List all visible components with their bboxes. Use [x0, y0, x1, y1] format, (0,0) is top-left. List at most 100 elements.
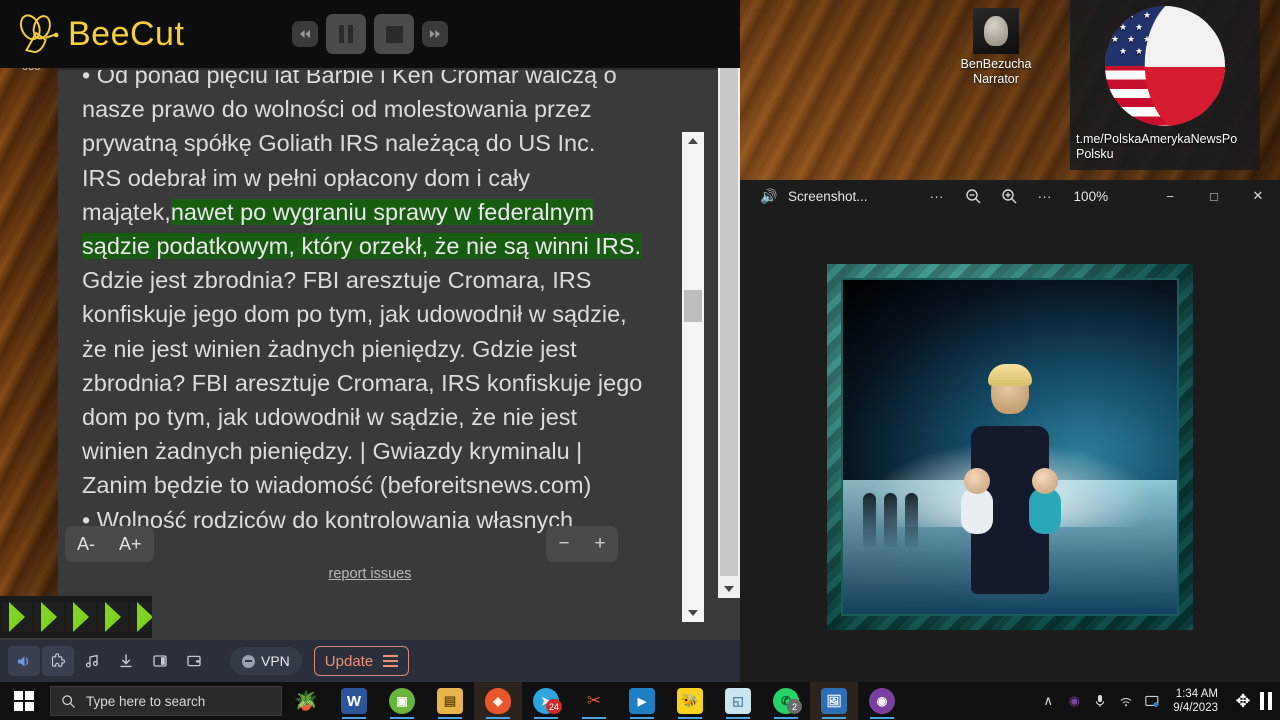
- vpn-button[interactable]: VPN: [230, 647, 302, 675]
- reader-scrollbar[interactable]: [682, 132, 704, 622]
- sidebar-icon[interactable]: [144, 646, 176, 676]
- microphone-icon[interactable]: [1089, 694, 1111, 708]
- reader-line-1: • Od ponad pięciu lat Barbie i Ken Croma…: [82, 70, 617, 88]
- narrator-label-line1: BenBezucha: [960, 57, 1032, 71]
- telegram-badge: 24: [545, 699, 562, 714]
- reader-page: 035 • Od ponad pięciu lat Barbie i Ken C…: [0, 62, 740, 640]
- reader-scroll-down-icon[interactable]: [682, 604, 704, 622]
- more-options-right-button[interactable]: ···: [1028, 182, 1062, 210]
- beecut-brand: BeeCut: [68, 14, 185, 53]
- update-label: Update: [324, 652, 374, 670]
- taskbar-apps: 🪴 W ▣ ▤ ◈ ➤ 24 ✂ ▶ 🐝 ◱ ✆ 2 🖼 ◉: [282, 682, 906, 720]
- search-icon: [62, 694, 75, 708]
- extensions-icon[interactable]: [42, 646, 74, 676]
- move-cursor-icon: ✥: [1235, 690, 1251, 711]
- clock-date: 9/4/2023: [1173, 702, 1218, 714]
- taskbar-app-word[interactable]: W: [330, 682, 378, 720]
- taskbar-app-photos[interactable]: 🖼: [810, 682, 858, 720]
- reader-scroll-up-icon[interactable]: [682, 132, 704, 150]
- page-scroll-down-icon[interactable]: [718, 580, 740, 598]
- photos-title: Screenshot...: [788, 188, 868, 204]
- taskbar-app-telegram[interactable]: ➤ 24: [522, 682, 570, 720]
- page-scrollbar[interactable]: [718, 62, 740, 598]
- photos-window: 🔊 Screenshot... ··· ··· 100% − □ ✕: [740, 180, 1280, 682]
- wifi-icon[interactable]: [1115, 695, 1137, 707]
- display-icon[interactable]: [1141, 695, 1163, 708]
- wallet-icon[interactable]: [178, 646, 210, 676]
- timeline-clip[interactable]: [2, 602, 32, 632]
- beecut-recorder-bar: BeeCut: [0, 0, 740, 68]
- taskbar-app-whatsapp[interactable]: ✆ 2: [762, 682, 810, 720]
- taskbar-app-purple[interactable]: ◉: [858, 682, 906, 720]
- close-button[interactable]: ✕: [1236, 180, 1280, 212]
- timeline-clip[interactable]: [34, 602, 64, 632]
- stop-icon: [385, 25, 403, 43]
- mute-speaker-icon[interactable]: [8, 646, 40, 676]
- reader-scroll-thumb[interactable]: [684, 290, 702, 322]
- reader-body: • Od ponad pięciu lat Barbie i Ken Croma…: [82, 70, 648, 537]
- telegram-label-line1: t.me/PolskaAmerykaNewsPo: [1076, 132, 1238, 146]
- font-increase-button[interactable]: A+: [107, 534, 154, 555]
- menu-hamburger-icon[interactable]: [383, 655, 399, 667]
- us-poland-flag-icon: ★ ★ ★ ★ ★ ★ ★ ★ ★ ★: [1105, 6, 1225, 126]
- reader-zoom-in-button[interactable]: +: [594, 533, 605, 555]
- brave-toolbar: VPN Update: [0, 640, 740, 682]
- screen: BenBezucha Narrator ★ ★ ★ ★ ★ ★ ★ ★ ★ ★ …: [0, 0, 1280, 720]
- narrator-label-line2: Narrator: [973, 72, 1019, 86]
- beecut-logo: BeeCut: [14, 12, 184, 56]
- taskbar-clock[interactable]: 1:34 AM 9/4/2023: [1167, 687, 1226, 715]
- timeline-clip[interactable]: [66, 602, 96, 632]
- report-issues-link[interactable]: report issues: [58, 566, 682, 582]
- bee-icon: [19, 14, 59, 54]
- zoom-in-icon[interactable]: [992, 182, 1026, 210]
- reader-zoom-out-button[interactable]: −: [558, 533, 569, 555]
- rewind-button[interactable]: [292, 21, 319, 47]
- photo-image: [841, 278, 1179, 616]
- tray-purple-icon[interactable]: ◉: [1063, 693, 1085, 709]
- reader-body-rest: Gdzie jest zbrodnia? FBI aresztuje Croma…: [82, 267, 643, 499]
- taskbar-search[interactable]: Type here to search: [50, 686, 282, 716]
- desktop-icon-narrator[interactable]: BenBezucha Narrator: [944, 8, 1048, 87]
- vpn-label: VPN: [261, 653, 290, 669]
- tray-chevron-icon[interactable]: ∧: [1037, 693, 1059, 709]
- music-icon[interactable]: [76, 646, 108, 676]
- maximize-button[interactable]: □: [1192, 180, 1236, 212]
- taskbar-app-sticky-notes[interactable]: ◱: [714, 682, 762, 720]
- whatsapp-badge: 2: [787, 699, 802, 714]
- stop-button[interactable]: [374, 14, 415, 54]
- taskbar-app-green[interactable]: ▣: [378, 682, 426, 720]
- speaker-icon: 🔊: [760, 187, 778, 204]
- reader-zoom-group: − +: [546, 526, 618, 562]
- minimize-button[interactable]: −: [1148, 180, 1192, 212]
- photo-frame: [827, 264, 1193, 630]
- search-placeholder: Type here to search: [86, 693, 206, 709]
- update-button[interactable]: Update: [313, 646, 410, 676]
- photo-stage: [740, 212, 1280, 682]
- recording-pause-indicator-icon: [1260, 692, 1272, 710]
- taskbar-app-snipping-tool[interactable]: ✂: [570, 682, 618, 720]
- downloads-icon[interactable]: [110, 646, 142, 676]
- taskbar-app-movies-tv[interactable]: ▶: [618, 682, 666, 720]
- clock-time: 1:34 AM: [1175, 688, 1218, 700]
- beecut-timeline[interactable]: [0, 596, 152, 638]
- pause-button[interactable]: [326, 14, 367, 54]
- start-button[interactable]: [0, 682, 48, 720]
- timeline-clip[interactable]: [130, 602, 152, 632]
- reader-line-2: nasze prawo do wolności od molestowania …: [82, 96, 592, 123]
- desktop-icon-telegram-link[interactable]: ★ ★ ★ ★ ★ ★ ★ ★ ★ ★ t.me/PolskaAmerykaNe…: [1070, 0, 1260, 170]
- reader-controls: A- A+ − + report issues: [58, 518, 682, 598]
- fast-forward-button[interactable]: [422, 21, 449, 47]
- font-decrease-button[interactable]: A-: [65, 534, 107, 555]
- windows-taskbar: Type here to search 🪴 W ▣ ▤ ◈ ➤ 24 ✂ ▶ 🐝 …: [0, 682, 1280, 720]
- taskbar-app-brave[interactable]: ◈: [474, 682, 522, 720]
- telegram-label-line2: Polsku: [1076, 147, 1114, 161]
- timeline-clip[interactable]: [98, 602, 128, 632]
- taskbar-app-beecut[interactable]: 🐝: [666, 682, 714, 720]
- system-tray: ∧ ◉ 1:34 AM 9/4/2023 ✥: [1037, 682, 1280, 720]
- page-scroll-thumb[interactable]: [720, 64, 738, 576]
- taskbar-app-weather-widget[interactable]: 🪴: [282, 682, 330, 720]
- taskbar-app-file-explorer[interactable]: ▤: [426, 682, 474, 720]
- more-options-left-button[interactable]: ···: [920, 182, 954, 210]
- reader-line-3: prywatną spółkę Goliath IRS należącą do …: [82, 130, 596, 157]
- zoom-out-icon[interactable]: [956, 182, 990, 210]
